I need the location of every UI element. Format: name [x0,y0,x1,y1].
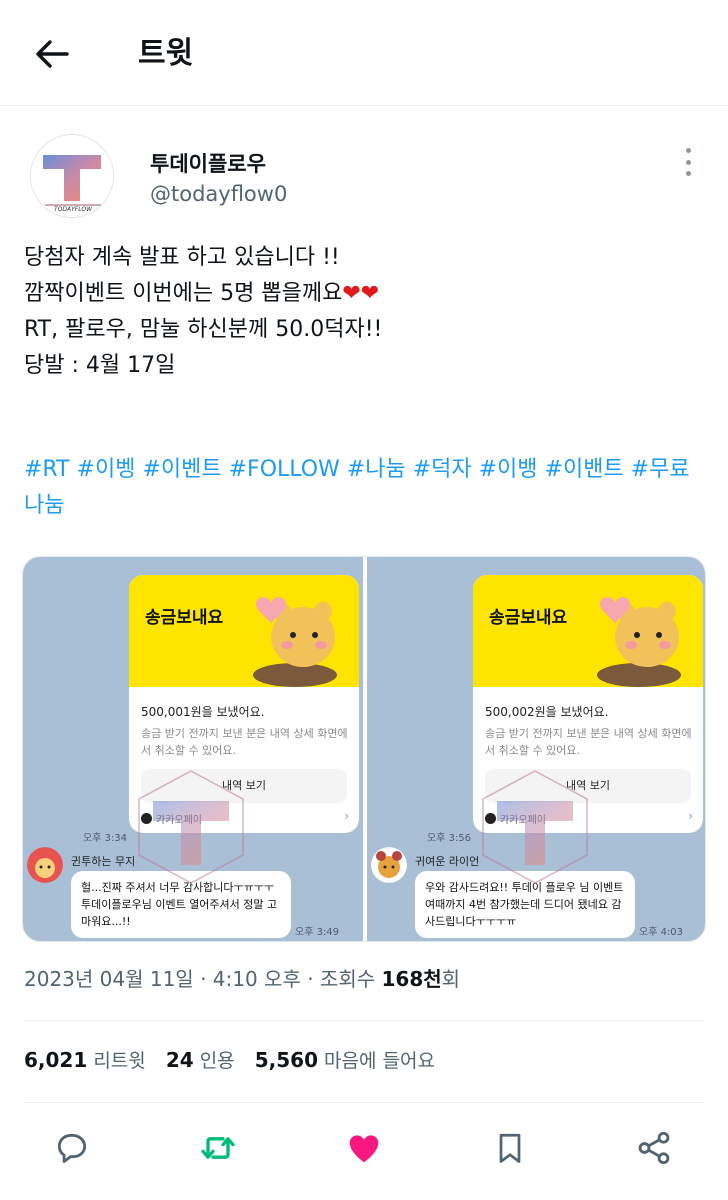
header: 트윗 [0,0,728,106]
message-time: 오후 4:03 [639,927,684,938]
sender-avatar [27,847,63,883]
back-button[interactable] [30,34,74,74]
likes-stat[interactable]: 5,560 마음에 들어요 [254,1048,435,1072]
tweet-meta: 2023년 04월 11일 · 4:10 오후 · 조회수 168천회 [24,962,460,996]
hashtags[interactable]: #RT #이벵 #이벤트 #FOLLOW #나눔 #덕자 #이뱅 #이밴트 #무… [24,452,704,524]
media-image-left[interactable]: 송금보내요 500,001원을 보냈어요. 송금 받기 전까지 보낸 분은 내역… [23,557,363,941]
card-title: 송금보내요 [145,608,224,628]
divider [24,1102,704,1103]
tweet-text: 당첨자 계속 발표 하고 있습니다 !! 깜짝이벤트 이번에는 5명 뽑을께요❤… [24,240,704,384]
transfer-amount: 500,002원을 보냈어요. [485,705,609,719]
sender-name: 귀여운 라이언 [415,855,480,868]
message-time: 오후 3:49 [295,927,340,938]
likes-label: 마음에 들어요 [324,1050,435,1072]
transfer-amount: 500,001원을 보냈어요. [141,705,265,719]
bookmark-button[interactable] [488,1126,532,1170]
author-avatar[interactable]: TODAYFLOW [30,134,114,218]
tweet-line: 당발 : 4월 17일 [24,353,176,378]
heart-emoji-icon: ❤❤ [342,281,380,306]
like-button[interactable] [342,1126,386,1170]
transfer-note: 송금 받기 전까지 보낸 분은 내역 상세 화면에서 취소할 수 있어요. [485,727,692,757]
quotes-count: 24 [165,1048,194,1072]
view-suffix: 회 [441,967,461,991]
logo-text: TODAYFLOW [54,206,93,213]
tweet-line: RT, 팔로우, 맘눌 하신분께 50.0덕자!! [24,317,383,342]
sender-avatar [371,847,407,883]
share-button[interactable] [632,1126,676,1170]
quotes-stat[interactable]: 24 인용 [165,1048,235,1072]
tweet-line: 깜짝이벤트 이번에는 5명 뽑을께요❤❤ [24,276,704,312]
character-illustration-icon [597,597,681,687]
watermark-logo [482,770,588,884]
watermark-logo [138,770,244,884]
tweet-stats: 6,021 리트윗 24 인용 5,560 마음에 들어요 [24,1042,449,1079]
todayflow-logo: TODAYFLOW [43,155,101,213]
sender-name: 귄투하는 무지 [71,855,136,868]
divider [24,1020,704,1021]
bookmark-icon [499,1133,521,1163]
tweet-datetime: 2023년 04월 11일 · 4:10 오후 · 조회수 [24,967,382,991]
chevron-right-icon: › [344,809,349,823]
character-illustration-icon [253,597,337,687]
retweet-icon [201,1137,235,1159]
more-icon[interactable] [676,144,700,180]
page-title: 트윗 [138,36,194,71]
tweet-actions [0,1116,728,1180]
message-time: 오후 3:56 [427,833,472,844]
card-title: 송금보내요 [489,608,568,628]
back-arrow-icon [36,40,69,68]
view-count: 168천 [381,967,442,991]
author-handle[interactable]: @todayflow0 [150,180,287,208]
share-icon [638,1131,670,1165]
reply-button[interactable] [50,1126,94,1170]
quotes-label: 인용 [199,1050,235,1072]
retweets-count: 6,021 [24,1048,88,1072]
media-image-right[interactable]: 송금보내요 500,002원을 보냈어요. 송금 받기 전까지 보낸 분은 내역… [367,557,705,941]
tweet-line: 당첨자 계속 발표 하고 있습니다 !! [24,245,340,270]
retweets-label: 리트윗 [93,1050,146,1072]
reply-icon [57,1133,87,1163]
transfer-note: 송금 받기 전까지 보낸 분은 내역 상세 화면에서 취소할 수 있어요. [141,727,348,757]
retweets-stat[interactable]: 6,021 리트윗 [24,1048,146,1072]
retweet-button[interactable] [196,1126,240,1170]
tweet-line-text: 깜짝이벤트 이번에는 5명 뽑을께요 [24,281,343,306]
message-time: 오후 3:34 [83,833,128,844]
chevron-right-icon: › [688,809,693,823]
tweet-media[interactable]: 송금보내요 500,001원을 보냈어요. 송금 받기 전까지 보낸 분은 내역… [22,556,706,942]
like-icon [349,1135,379,1163]
author-name[interactable]: 투데이플로우 [150,150,266,178]
likes-count: 5,560 [254,1048,318,1072]
